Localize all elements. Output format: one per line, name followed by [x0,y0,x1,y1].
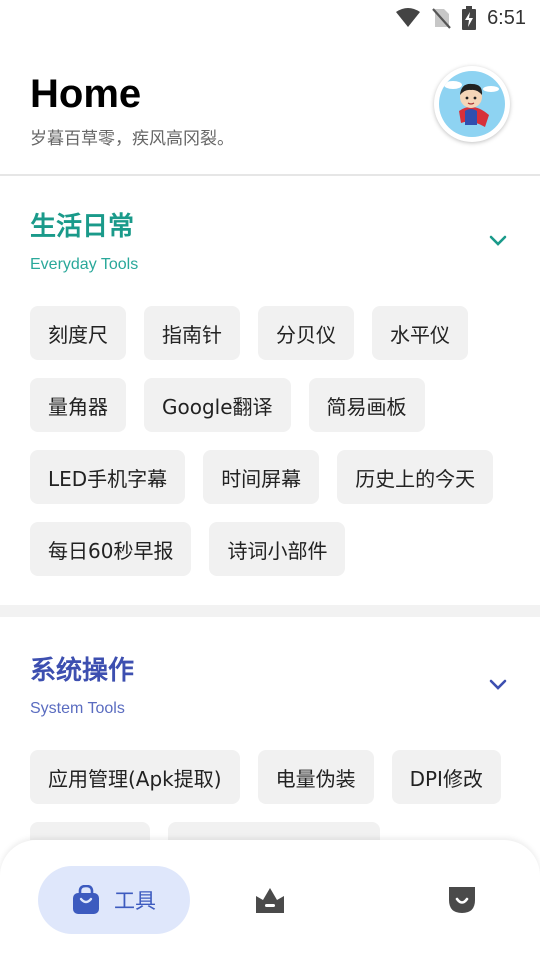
tool-chip-battery-spoof[interactable]: 电量伪装 [257,750,374,804]
section-everyday-tools: 生活日常 Everyday Tools 刻度尺 指南针 分贝仪 水平仪 量角器 … [0,190,540,600]
bottom-nav: 工具 [0,840,540,960]
tool-chip[interactable] [168,822,380,840]
page-title: Home [30,72,142,116]
shield-icon [449,887,475,913]
tool-chip-ruler[interactable]: 刻度尺 [30,306,126,360]
section-subtitle: Everyday Tools [30,256,139,273]
tool-chip-time-screen[interactable]: 时间屏幕 [203,450,320,504]
section-system-tools: 系统操作 System Tools 应用管理(Apk提取) 电量伪装 DPI修改 [0,634,540,840]
tool-chip-app-manager[interactable]: 应用管理(Apk提取) [30,750,240,804]
avatar[interactable] [434,66,510,142]
tool-chip-decibel[interactable]: 分贝仪 [258,306,354,360]
section-subtitle: System Tools [30,700,125,717]
chevron-down-icon[interactable] [486,672,510,696]
header-divider [0,174,540,176]
tool-chip-poetry-widget[interactable]: 诗词小部件 [209,522,346,576]
status-bar: 6:51 [0,0,540,36]
page-subtitle: 岁暮百草零，疾风高冈裂。 [30,129,234,149]
crown-icon [256,888,284,913]
tool-chip-dpi-modify[interactable]: DPI修改 [391,750,501,804]
tool-chip-history-today[interactable]: 历史上的今天 [337,450,494,504]
nav-label: 工具 [114,889,156,913]
battery-charging-icon [462,6,477,30]
section-title: 系统操作 [30,656,135,686]
section-divider [0,605,540,617]
tool-chip-list: 应用管理(Apk提取) 电量伪装 DPI修改 [30,750,520,840]
nav-item-tools[interactable]: 工具 [38,866,190,934]
tool-chip-level[interactable]: 水平仪 [372,306,468,360]
avatar-image [439,71,505,137]
wifi-icon [396,8,421,27]
section-title: 生活日常 [30,212,135,242]
status-icons: 6:51 [395,6,526,30]
nav-item-shield[interactable] [426,866,498,934]
no-sim-icon [432,8,451,29]
status-time: 6:51 [487,6,526,29]
header: Home 岁暮百草零，疾风高冈裂。 [30,60,510,160]
tool-chip-protractor[interactable]: 量角器 [30,378,126,432]
tool-chip-list: 刻度尺 指南针 分贝仪 水平仪 量角器 Google翻译 简易画板 LED手机字… [30,306,520,576]
chevron-down-icon[interactable] [486,228,510,252]
tool-chip-daily-news[interactable]: 每日60秒早报 [30,522,192,576]
tool-chip[interactable] [30,822,150,840]
tool-chip-google-translate[interactable]: Google翻译 [144,378,291,432]
tool-chip-drawing-board[interactable]: 简易画板 [308,378,425,432]
toolbox-icon [73,885,99,914]
tool-chip-compass[interactable]: 指南针 [144,306,240,360]
tool-chip-led-subtitle[interactable]: LED手机字幕 [30,450,186,504]
nav-item-crown[interactable] [234,866,306,934]
